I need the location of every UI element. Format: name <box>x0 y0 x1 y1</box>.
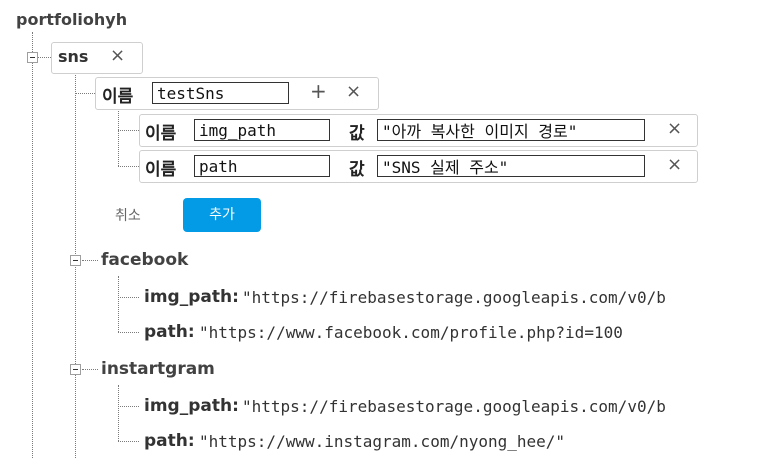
field-2-name-input[interactable] <box>194 155 330 177</box>
delete-sns-button[interactable]: × <box>110 47 125 65</box>
tree-line-ig-img <box>118 406 139 407</box>
facebook-node-key[interactable]: facebook <box>101 250 188 270</box>
tree-line-ig-path <box>118 441 139 442</box>
facebook-img-path-value[interactable]: "https://firebasestorage.googleapis.com/… <box>242 288 714 307</box>
tree-line-sns <box>38 57 51 58</box>
field-2-name-label: 이름 <box>145 160 177 180</box>
instartgram-img-path-key[interactable]: img_path: <box>144 396 239 416</box>
tree-line-facebook-children <box>118 276 119 332</box>
new-child-name-label: 이름 <box>102 87 134 107</box>
instartgram-node-key[interactable]: instartgram <box>101 359 215 379</box>
tree-line-fb-path <box>118 332 139 333</box>
tree-line-editor-children <box>118 108 119 166</box>
instartgram-path-value[interactable]: "https://www.instagram.com/nyong_hee/" <box>199 432 599 451</box>
field-2-value-label: 값 <box>349 160 365 180</box>
tree-line-instagram-children <box>118 385 119 441</box>
tree-line-child-1 <box>118 130 139 131</box>
field-1-value-label: 값 <box>349 124 365 144</box>
tree-line-child-2 <box>118 166 139 167</box>
facebook-img-path-key[interactable]: img_path: <box>144 287 239 307</box>
new-child-name-input[interactable] <box>152 82 289 104</box>
field-1-name-label: 이름 <box>145 124 177 144</box>
tree-line-facebook <box>82 260 98 261</box>
remove-field-1-button[interactable]: × <box>667 120 682 138</box>
facebook-path-key[interactable]: path: <box>144 322 195 342</box>
field-1-name-input[interactable] <box>194 119 330 141</box>
collapse-toggle-instartgram[interactable] <box>70 364 81 375</box>
cancel-button[interactable]: 취소 <box>115 205 141 225</box>
collapse-toggle-facebook[interactable] <box>70 255 81 266</box>
remove-field-2-button[interactable]: × <box>667 156 682 174</box>
field-2-value-input[interactable] <box>377 155 645 177</box>
remove-new-child-button[interactable]: × <box>346 83 361 101</box>
root-node-label[interactable]: portfoliohyh <box>16 10 127 29</box>
add-child-button[interactable]: + <box>310 81 327 101</box>
instartgram-path-key[interactable]: path: <box>144 431 195 451</box>
tree-line-editor <box>75 93 95 94</box>
facebook-path-value[interactable]: "https://www.facebook.com/profile.php?id… <box>199 323 671 342</box>
instartgram-img-path-value[interactable]: "https://firebasestorage.googleapis.com/… <box>242 397 714 416</box>
add-button[interactable]: 추가 <box>183 198 261 232</box>
collapse-toggle-sns[interactable] <box>27 52 38 63</box>
tree-line-root <box>32 32 33 458</box>
sns-node-key[interactable]: sns <box>58 47 88 66</box>
field-1-value-input[interactable] <box>377 119 645 141</box>
tree-line-instagram <box>82 369 98 370</box>
tree-line-fb-img <box>118 297 139 298</box>
